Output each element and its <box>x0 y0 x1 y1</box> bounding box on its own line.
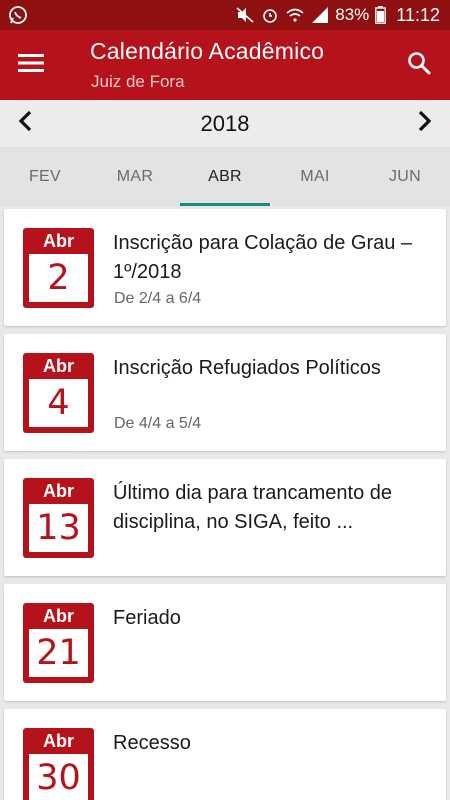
event-card[interactable]: Abr 13 Último dia para trancamento de di… <box>4 459 446 576</box>
badge-day: 30 <box>36 758 81 798</box>
event-card[interactable]: Abr 4 Inscrição Refugiados Políticos De … <box>4 334 446 451</box>
next-year-button[interactable] <box>408 106 442 140</box>
date-badge: Abr 13 <box>23 478 94 558</box>
year-navigation: 2018 <box>0 100 450 147</box>
badge-month: Abr <box>43 231 74 251</box>
tab-abr[interactable]: ABR <box>180 147 270 207</box>
tab-mai[interactable]: MAI <box>270 147 360 207</box>
tab-fev[interactable]: FEV <box>0 147 90 207</box>
event-list[interactable]: Abr 2 Inscrição para Colação de Grau – 1… <box>0 207 450 800</box>
badge-month: Abr <box>43 481 74 501</box>
chevron-right-icon <box>418 110 432 137</box>
date-badge: Abr 21 <box>23 603 94 683</box>
event-title: Último dia para trancamento de disciplin… <box>113 482 393 533</box>
status-bar: 83% 11:12 <box>0 0 450 30</box>
clock: 11:12 <box>396 4 440 25</box>
badge-day: 21 <box>36 633 81 673</box>
event-card[interactable]: Abr 30 Recesso <box>4 709 446 800</box>
app-bar: Calendário Acadêmico Juiz de Fora <box>0 30 450 100</box>
search-button[interactable] <box>398 44 440 86</box>
badge-day: 13 <box>36 508 81 548</box>
event-date-range: De 4/4 a 5/4 <box>114 415 202 432</box>
battery-level: 83% <box>335 5 370 24</box>
event-title: Feriado <box>113 607 181 629</box>
menu-button[interactable] <box>10 44 52 86</box>
event-card[interactable]: Abr 21 Feriado <box>4 584 446 701</box>
tab-mar[interactable]: MAR <box>90 147 180 207</box>
event-title: Inscrição Refugiados Políticos <box>113 357 381 379</box>
date-badge: Abr 4 <box>23 353 94 433</box>
month-tabs: FEV MAR ABR MAI JUN <box>0 147 450 207</box>
mute-icon <box>235 6 255 24</box>
whatsapp-icon <box>8 5 28 25</box>
date-badge: Abr 30 <box>23 728 94 800</box>
badge-month: Abr <box>43 356 74 376</box>
event-date-range: De 2/4 a 6/4 <box>114 290 202 307</box>
badge-day: 4 <box>47 383 70 423</box>
badge-day: 2 <box>47 258 70 298</box>
app-subtitle: Juiz de Fora <box>91 72 185 91</box>
date-badge: Abr 2 <box>23 228 94 308</box>
event-card[interactable]: Abr 2 Inscrição para Colação de Grau – 1… <box>4 209 446 326</box>
hamburger-menu-icon <box>18 53 44 78</box>
battery-icon <box>375 6 387 24</box>
wifi-icon <box>285 6 305 24</box>
event-title: Inscrição para Colação de Grau – 1º/2018 <box>113 232 413 283</box>
tab-jun[interactable]: JUN <box>360 147 450 207</box>
event-title: Recesso <box>113 732 191 754</box>
search-icon <box>407 51 431 80</box>
signal-icon <box>311 6 329 24</box>
badge-month: Abr <box>43 606 74 626</box>
selected-tab-indicator <box>180 203 270 206</box>
year-label: 2018 <box>200 111 250 136</box>
badge-month: Abr <box>43 731 74 751</box>
app-title: Calendário Acadêmico <box>90 38 325 64</box>
alarm-icon <box>261 6 279 24</box>
